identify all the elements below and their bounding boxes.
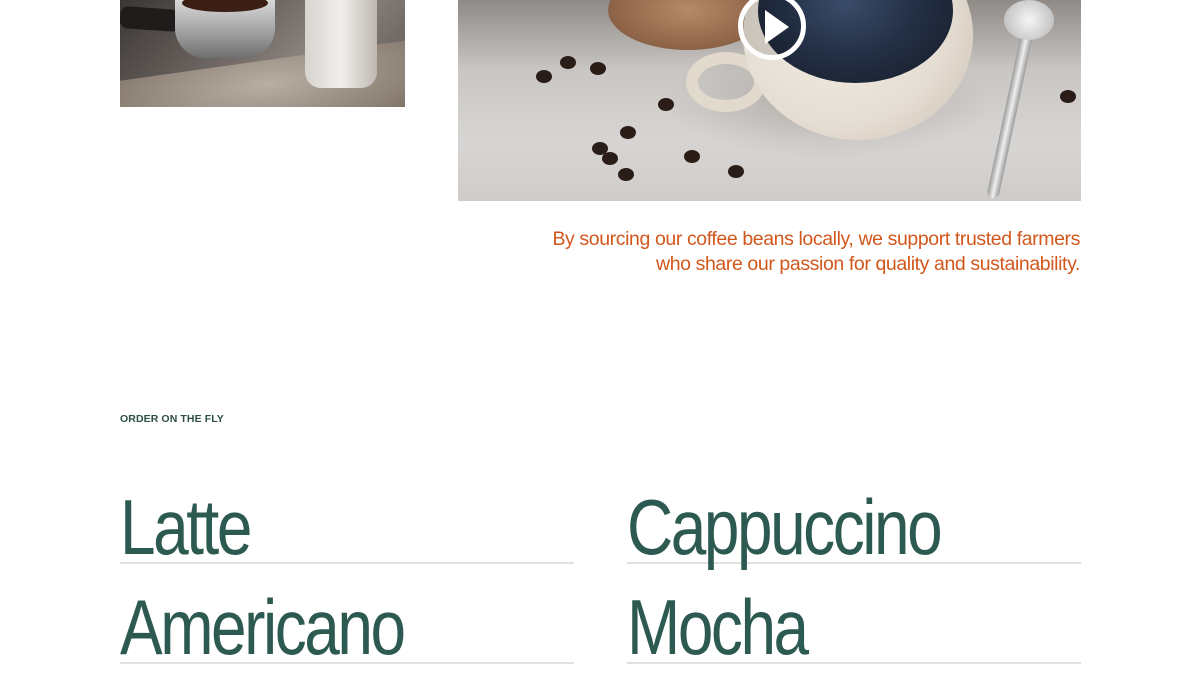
coffee-bean: [602, 152, 618, 165]
menu-item-latte[interactable]: Latte: [120, 488, 574, 566]
coffee-bean: [536, 70, 552, 83]
menu-item-label: Americano: [120, 583, 406, 671]
play-icon: [765, 10, 789, 44]
coffee-bean: [590, 62, 606, 75]
menu-item-americano[interactable]: Americano: [120, 588, 574, 666]
menu-item-label: Cappuccino: [627, 483, 943, 571]
espresso-photo: [120, 0, 405, 107]
coffee-bean: [658, 98, 674, 111]
coffee-bean: [618, 168, 634, 181]
coffee-bean: [620, 126, 636, 139]
coffee-bean: [1060, 90, 1076, 103]
espresso-cup: [305, 0, 377, 88]
coffee-bean: [684, 150, 700, 163]
coffee-bean: [728, 165, 744, 178]
spoon-head: [1004, 0, 1054, 40]
menu-item-label: Latte: [120, 483, 252, 571]
sourcing-quote: By sourcing our coffee beans locally, we…: [552, 228, 1080, 275]
menu-item-cappuccino[interactable]: Cappuccino: [627, 488, 1081, 566]
menu-item-mocha[interactable]: Mocha: [627, 588, 1081, 666]
coffee-bean: [560, 56, 576, 69]
menu-item-label: Mocha: [627, 583, 809, 671]
section-label: ORDER ON THE FLY: [120, 413, 224, 425]
portafilter-handle: [120, 5, 181, 33]
